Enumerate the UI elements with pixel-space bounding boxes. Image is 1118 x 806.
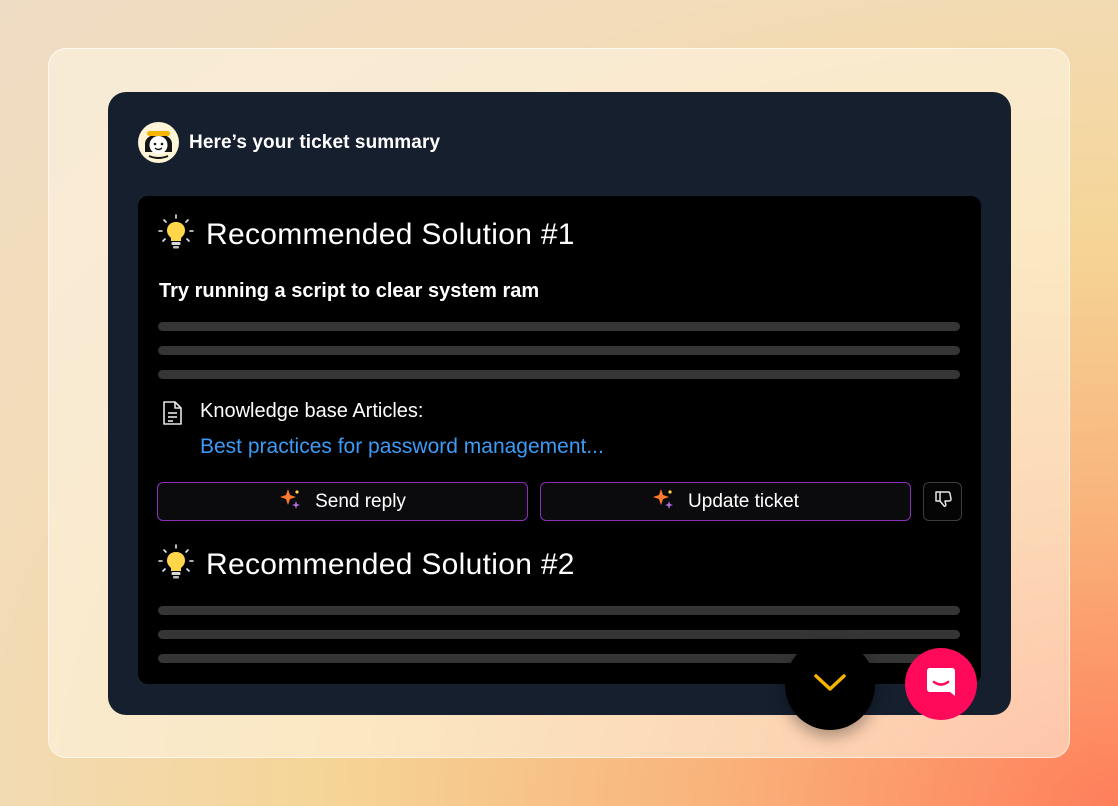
chevron-down-icon: [813, 673, 847, 698]
solution-title-label: Recommended Solution #1: [206, 217, 575, 251]
update-ticket-label: Update ticket: [688, 490, 799, 512]
scroll-down-button[interactable]: [785, 640, 875, 730]
placeholder-line: [158, 370, 960, 379]
chat-icon: [924, 665, 958, 704]
placeholder-line: [158, 606, 960, 615]
thumbs-down-icon: [933, 489, 953, 514]
solution-2-title: Recommended Solution #2: [158, 544, 575, 585]
lightbulb-icon: [158, 544, 194, 585]
sparkle-icon: [279, 488, 301, 516]
placeholder-line: [158, 630, 960, 639]
page-title: Here’s your ticket summary: [189, 131, 441, 153]
assistant-avatar-icon: [138, 122, 179, 163]
solutions-card[interactable]: Recommended Solution #1 Try running a sc…: [138, 196, 981, 684]
placeholder-line: [158, 346, 960, 355]
knowledge-base-section: Knowledge base Articles: Best practices …: [160, 400, 604, 459]
thumbs-down-button[interactable]: [923, 482, 962, 521]
knowledge-base-article-link[interactable]: Best practices for password management..…: [200, 435, 604, 459]
send-reply-button[interactable]: Send reply: [157, 482, 528, 521]
solution-1-title: Recommended Solution #1: [158, 214, 575, 255]
chat-launcher-button[interactable]: [905, 648, 977, 720]
ticket-summary-panel: Here’s your ticket summary Recommended S…: [108, 92, 1011, 715]
solution-1-subtitle: Try running a script to clear system ram: [159, 280, 540, 302]
panel-header: Here’s your ticket summary: [138, 122, 440, 163]
sparkle-icon: [652, 488, 674, 516]
send-reply-label: Send reply: [315, 490, 406, 512]
placeholder-line: [158, 322, 960, 331]
update-ticket-button[interactable]: Update ticket: [540, 482, 911, 521]
knowledge-base-heading: Knowledge base Articles:: [200, 400, 424, 422]
document-icon: [160, 400, 184, 459]
lightbulb-icon: [158, 214, 194, 255]
solution-title-label: Recommended Solution #2: [206, 547, 575, 581]
